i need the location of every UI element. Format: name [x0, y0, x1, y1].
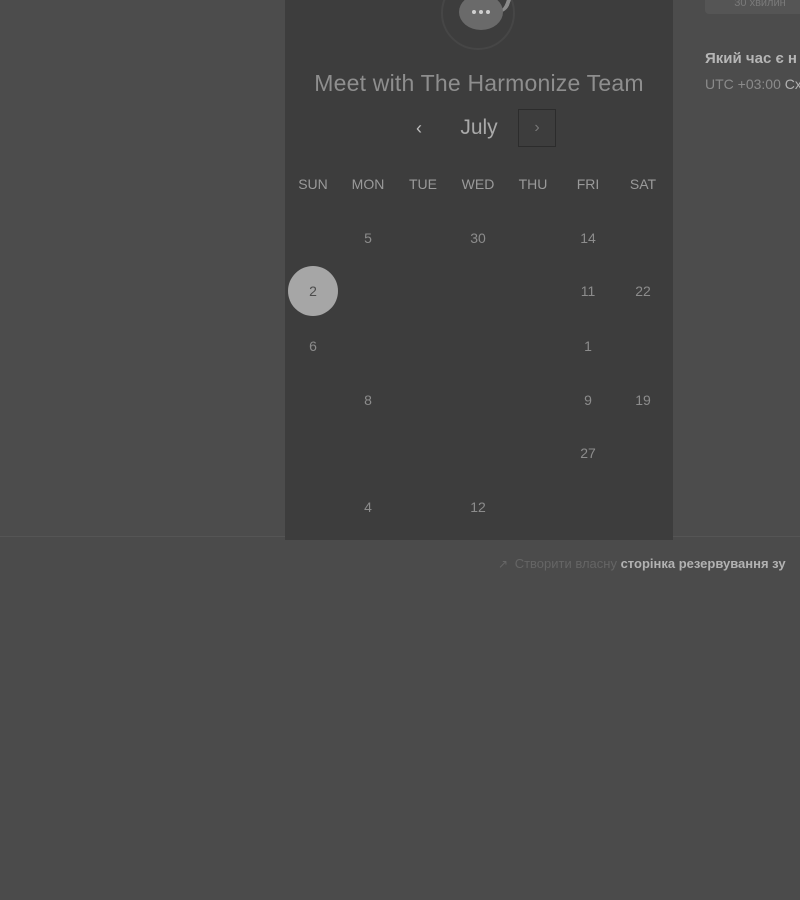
logo-dot — [479, 10, 483, 14]
weekday-thu: THU — [518, 176, 548, 192]
calendar-day[interactable]: 19 — [618, 392, 668, 408]
calendar-day[interactable]: 6 — [288, 338, 338, 354]
time-question-label: Який час є н — [705, 50, 797, 67]
logo-dot — [486, 10, 490, 14]
calendar-day[interactable]: 9 — [563, 392, 613, 408]
calendar-day[interactable]: 8 — [343, 392, 393, 408]
weekday-tue: TUE — [409, 176, 437, 192]
weekday-sat: SAT — [629, 176, 657, 192]
timezone-name: Сх — [784, 76, 800, 92]
timezone-label[interactable]: UTC +03:00 Сх — [705, 76, 800, 92]
logo-dot — [472, 10, 476, 14]
create-booking-page-footer: ↗ Створити власну сторінка резервування … — [498, 556, 786, 571]
month-label: July — [460, 116, 498, 139]
calendar-day[interactable]: 30 — [453, 230, 503, 246]
weekday-mon: MON — [351, 176, 385, 192]
calendar-day[interactable]: 14 — [563, 230, 613, 246]
duration-chip[interactable]: 30 хвилин — [705, 0, 800, 14]
calendar-day[interactable]: 1 — [563, 338, 613, 354]
calendar-day-selected[interactable]: 2 — [288, 266, 338, 316]
calendar-day[interactable]: 11 — [563, 283, 613, 299]
calendar-day[interactable]: 27 — [563, 445, 613, 461]
calendar-day[interactable]: 22 — [618, 283, 668, 299]
booking-calendar-panel: Meet with The Harmonize Team ‹ July › SU… — [285, 0, 673, 540]
calendar-day[interactable]: 5 — [343, 230, 393, 246]
external-link-icon: ↗ — [498, 557, 509, 571]
weekday-fri: FRI — [576, 176, 600, 192]
month-navigation: ‹ July › — [285, 108, 673, 150]
prev-month-button[interactable]: ‹ — [407, 117, 431, 141]
meeting-title: Meet with The Harmonize Team — [314, 70, 644, 96]
weekday-sun: SUN — [298, 176, 328, 192]
calendar-day[interactable]: 12 — [453, 499, 503, 515]
booking-page-link[interactable]: сторінка резервування зу — [621, 556, 786, 571]
weekday-wed: WED — [461, 176, 495, 192]
right-column: 30 хвилин Який час є н UTC +03:00 Сх — [705, 0, 800, 100]
next-month-button[interactable]: › — [518, 109, 556, 147]
timezone-offset: UTC +03:00 — [705, 76, 781, 92]
calendar-day[interactable]: 4 — [343, 499, 393, 515]
footer-prefix: Створити власну — [514, 556, 617, 571]
